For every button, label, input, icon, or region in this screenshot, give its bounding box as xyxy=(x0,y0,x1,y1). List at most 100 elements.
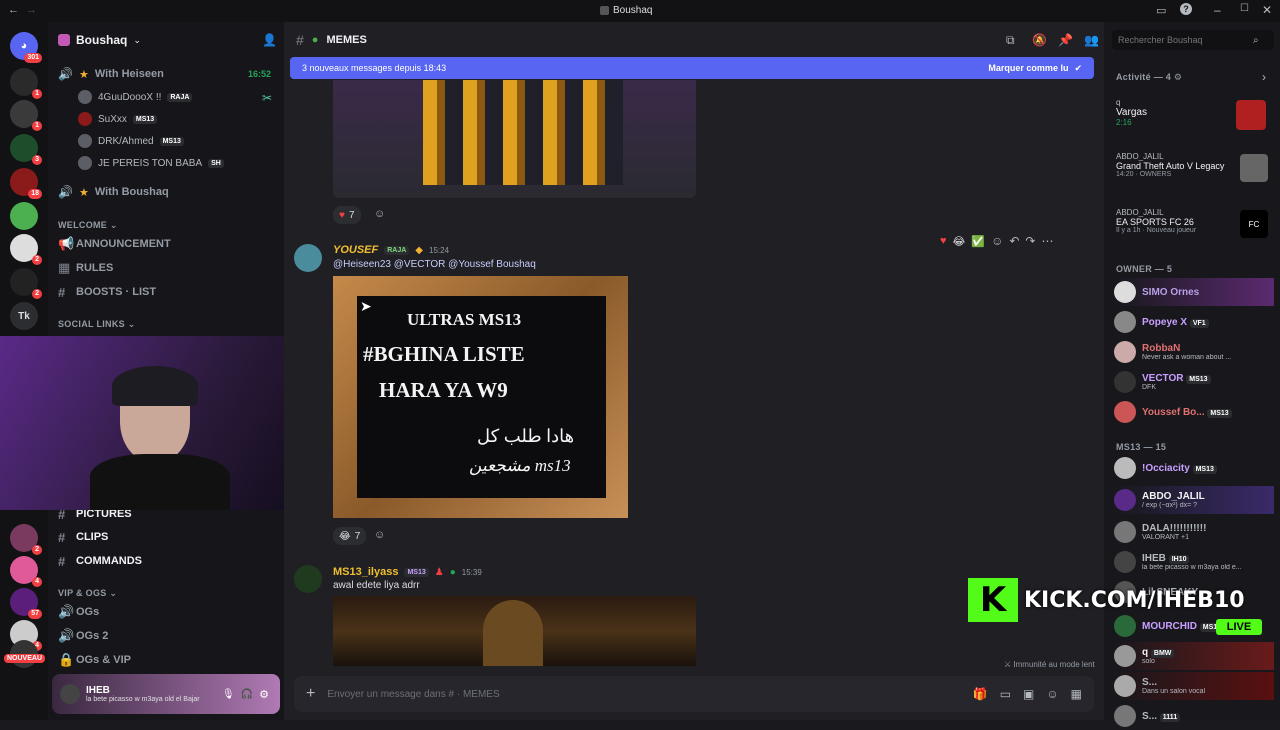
chevron-right-icon[interactable]: › xyxy=(1262,70,1266,84)
activity-card[interactable]: ABDO_JALIL Grand Theft Auto V Legacy 14:… xyxy=(1116,152,1272,182)
invite-user-icon[interactable]: 👤 xyxy=(262,33,277,47)
channel-ogs[interactable]: 🔊 OGs xyxy=(58,602,99,622)
channel-ogs-vip[interactable]: 🔒 OGs & VIP xyxy=(58,650,131,670)
members-icon[interactable]: 👥 xyxy=(1084,33,1099,47)
channel-commands[interactable]: # COMMANDS xyxy=(58,551,142,571)
headphones xyxy=(112,366,198,406)
member-item[interactable]: DALA!!!!!!!!!!! VALORANT +1 xyxy=(1114,518,1274,546)
member-item[interactable]: !Occiacity MS13 xyxy=(1114,454,1274,482)
server-icon[interactable]: 4 xyxy=(10,556,42,587)
reply-icon[interactable]: ↶ xyxy=(1009,234,1019,248)
member-item[interactable]: IHEB IH10 la bete picasso w m3aya old e..… xyxy=(1114,548,1274,576)
sticker-icon[interactable]: ▣ xyxy=(1023,687,1034,701)
channel-rules[interactable]: ▦ RULES xyxy=(58,258,113,278)
add-reaction-icon[interactable]: ☺ xyxy=(991,234,1003,248)
member-item[interactable]: ABDO_JALIL / exp (−αx²) dx= ? xyxy=(1114,486,1274,514)
channel-ogs-2[interactable]: 🔊 OGs 2 xyxy=(58,626,108,646)
settings-gear-icon[interactable]: ⚙ xyxy=(259,688,269,701)
author-avatar[interactable] xyxy=(294,244,322,272)
apps-icon[interactable]: ▦ xyxy=(1071,687,1082,701)
add-reaction-icon[interactable]: ☺ xyxy=(374,529,385,541)
activity-card[interactable]: ABDO_JALIL EA SPORTS FC 26 Il y a 1h · N… xyxy=(1116,208,1272,238)
channel-announcement[interactable]: 📢 ANNOUNCEMENT xyxy=(58,234,171,254)
voice-user[interactable]: DRK/Ahmed MS13 xyxy=(78,132,184,150)
category-social-links[interactable]: SOCIAL LINKS ⌄ xyxy=(58,319,136,330)
forward-arrow-icon[interactable]: → xyxy=(26,4,37,16)
message-composer[interactable]: + Envoyer un message dans # · MEMES 🎁 ▭ … xyxy=(294,676,1094,712)
voice-user[interactable]: 4GuuDoooX !! RAJA xyxy=(78,88,193,106)
member-item[interactable]: RobbaN Never ask a woman about ... xyxy=(1114,338,1274,366)
user-panel[interactable]: IHEB la bete picasso w m3aya old el Baja… xyxy=(52,674,280,714)
new-messages-banner[interactable]: 3 nouveaux messages depuis 18:43 Marquer… xyxy=(290,57,1094,79)
reaction-heart[interactable]: ♥ 7 xyxy=(333,206,361,224)
guild-header[interactable]: Boushaq ⌄ 👤 xyxy=(48,22,284,58)
add-attachment-icon[interactable]: + xyxy=(306,685,315,703)
channel-clips[interactable]: # CLIPS xyxy=(58,527,108,547)
server-icon[interactable]: 57 xyxy=(10,588,42,619)
role-icon: ♟ xyxy=(434,566,444,578)
home-button[interactable]: ◕ 301 xyxy=(10,32,42,63)
author-name[interactable]: YOUSEF xyxy=(333,244,378,256)
voice-share-icon[interactable]: ✂ xyxy=(262,91,272,105)
heart-reaction-icon[interactable]: ♥ xyxy=(940,235,947,247)
gif-icon[interactable]: ▭ xyxy=(1000,687,1011,701)
help-icon[interactable]: ? xyxy=(1180,3,1192,15)
server-icon[interactable]: 2 xyxy=(10,268,42,299)
member-item[interactable]: q BMW solo xyxy=(1114,642,1274,670)
previous-image[interactable] xyxy=(333,80,696,198)
inbox-icon[interactable]: ▭ xyxy=(1156,4,1166,17)
more-options-icon[interactable]: ⋯ xyxy=(1041,234,1053,248)
emoji-icon[interactable]: ☺ xyxy=(1046,687,1058,701)
member-item[interactable]: S... 1111 xyxy=(1114,702,1274,730)
throne-image[interactable] xyxy=(333,596,696,666)
server-icon-tk[interactable]: Tk xyxy=(10,302,38,330)
voice-channel-with-boushaq[interactable]: 🔊 ★ With Boushaq xyxy=(58,182,169,202)
search-input[interactable] xyxy=(1118,35,1253,45)
threads-icon[interactable]: ⧉ xyxy=(1006,33,1015,48)
server-icon[interactable]: 1 xyxy=(10,68,42,99)
composer-input[interactable]: Envoyer un message dans # · MEMES xyxy=(327,689,960,700)
server-icon[interactable]: 2 xyxy=(10,524,42,555)
forward-icon[interactable]: ↷ xyxy=(1025,234,1035,248)
reaction-laugh[interactable]: 😂 7 xyxy=(333,527,367,545)
voice-user[interactable]: SuXxx MS13 xyxy=(78,110,158,128)
author-name[interactable]: MS13_ilyass xyxy=(333,566,398,578)
mute-bell-icon[interactable]: 🔕 xyxy=(1032,33,1047,47)
pin-icon[interactable]: 📌 xyxy=(1058,33,1073,47)
minimize-icon[interactable]: – xyxy=(1214,3,1221,17)
voice-user[interactable]: JE PEREIS TON BABA SH xyxy=(78,154,224,172)
category-welcome[interactable]: WELCOME ⌄ xyxy=(58,220,118,231)
channel-boosts[interactable]: # BOOSTS · LIST xyxy=(58,282,156,302)
category-vip[interactable]: VIP & OGs ⌄ xyxy=(58,588,117,599)
member-item[interactable]: Youssef Bo... MS13 xyxy=(1114,398,1274,426)
check-reaction-icon[interactable]: ✅ xyxy=(971,235,985,248)
search-box[interactable]: ⌕ xyxy=(1112,30,1274,50)
message-mentions[interactable]: @Heiseen23 @VECTOR @Youssef Boushaq xyxy=(333,259,536,270)
close-icon[interactable]: ✕ xyxy=(1262,3,1272,17)
maximize-icon[interactable]: ☐ xyxy=(1240,3,1249,14)
server-icon[interactable]: 3 xyxy=(10,134,42,165)
server-icon[interactable]: 2 xyxy=(10,234,42,265)
member-item[interactable]: S... Dans un salon vocal xyxy=(1114,672,1274,700)
message-header: YOUSEF RAJA ◆ 15:24 xyxy=(333,244,450,256)
activity-header: Activité — 4 ⚙ xyxy=(1116,72,1183,82)
ultras-image[interactable]: ULTRAS MS13 #BGHINA LISTE HARA YA W9 هاد… xyxy=(333,276,628,518)
member-item[interactable]: VECTOR MS13 DFK xyxy=(1114,368,1274,396)
activity-card[interactable]: q Vargas 2:16 xyxy=(1116,98,1272,130)
member-item[interactable]: Popeye X VF1 xyxy=(1114,308,1274,336)
gift-icon[interactable]: 🎁 xyxy=(973,687,988,701)
server-icon[interactable]: 18 xyxy=(10,168,42,199)
laugh-icon: 😂 xyxy=(339,530,351,542)
server-icon[interactable]: 1 xyxy=(10,100,42,131)
server-icon[interactable] xyxy=(10,202,38,230)
voice-channel-with-heiseen[interactable]: 🔊 ★ With Heiseen 16:52 xyxy=(58,64,271,84)
discord-logo-icon: ◕ xyxy=(20,40,28,52)
laugh-reaction-icon[interactable]: 😂 xyxy=(953,235,966,248)
back-arrow-icon[interactable]: ← xyxy=(8,4,19,16)
mark-as-read-button[interactable]: Marquer comme lu xyxy=(988,63,1068,73)
microphone-icon[interactable]: 🎙 xyxy=(222,689,235,700)
headset-icon[interactable]: 🎧 xyxy=(241,689,253,700)
add-reaction-icon[interactable]: ☺ xyxy=(374,208,385,220)
author-avatar[interactable] xyxy=(294,565,322,593)
member-item[interactable]: SIMO Ornes xyxy=(1114,278,1274,306)
